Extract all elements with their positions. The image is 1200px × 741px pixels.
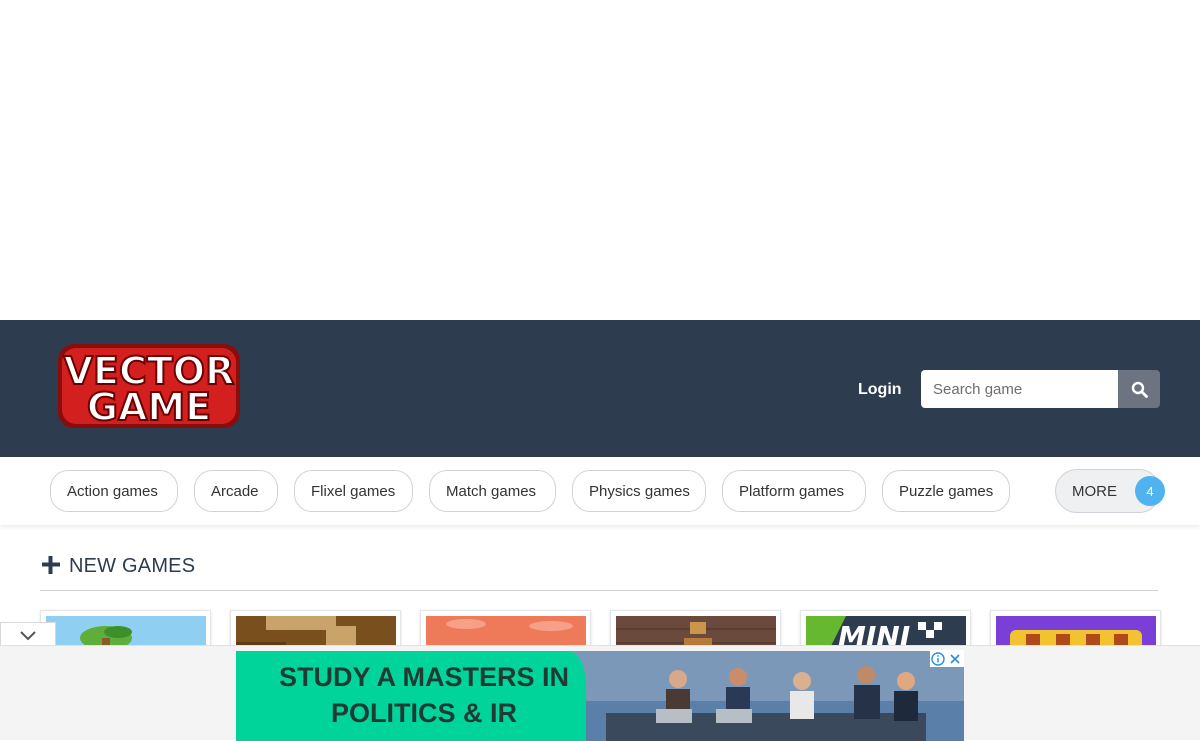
svg-text:GAME: GAME [87,385,211,429]
sticky-ad-bar: STUDY A MASTERS IN POLITICS & IR [0,645,1200,741]
category-physics-games[interactable]: Physics games [572,470,706,512]
vector-game-logo[interactable]: VECTOR GAME [54,340,244,432]
top-ad-space [0,0,1200,320]
close-icon [950,653,960,664]
game-card[interactable] [990,610,1161,650]
game-card[interactable] [420,610,591,650]
search-button[interactable] [1118,370,1160,408]
category-label: Flixel games [311,482,396,500]
category-label: Action games [67,482,158,500]
info-icon [931,651,945,666]
login-link[interactable]: Login [858,381,902,399]
category-puzzle-games[interactable]: Puzzle games [882,470,1010,512]
plus-icon [42,556,60,574]
game-card[interactable]: MINI [800,610,971,650]
category-flixel-games[interactable]: Flixel games [294,470,413,512]
search-form [921,370,1160,408]
ad-info-button[interactable] [930,650,946,667]
category-label: Match games [446,482,537,500]
search-input[interactable] [921,370,1118,408]
chevron-down-icon [20,630,36,640]
new-games-title: NEW GAMES [69,555,196,577]
category-arcade[interactable]: Arcade [194,470,278,512]
category-label: Platform games [739,482,845,500]
category-label: Puzzle games [899,482,994,500]
ad-close-button[interactable] [946,650,964,667]
search-icon [1131,381,1148,398]
category-action-games[interactable]: Action games [50,470,178,512]
game-card[interactable] [610,610,781,650]
category-label: Physics games [589,482,690,500]
game-card[interactable] [230,610,401,650]
more-count-badge: 4 [1135,476,1165,506]
category-match-games[interactable]: Match games [429,470,556,512]
category-label: Arcade [211,482,259,500]
more-label: MORE [1072,482,1117,500]
new-games-heading: NEW GAMES [40,552,1158,591]
category-bar: Action games Arcade Flixel games Match g… [0,457,1200,525]
site-header: VECTOR GAME Login [0,320,1200,457]
ad-banner[interactable]: STUDY A MASTERS IN POLITICS & IR [236,651,964,741]
ad-banner-text: STUDY A MASTERS IN POLITICS & IR [278,662,570,728]
game-card[interactable] [40,610,211,650]
category-platform-games[interactable]: Platform games [722,470,866,512]
